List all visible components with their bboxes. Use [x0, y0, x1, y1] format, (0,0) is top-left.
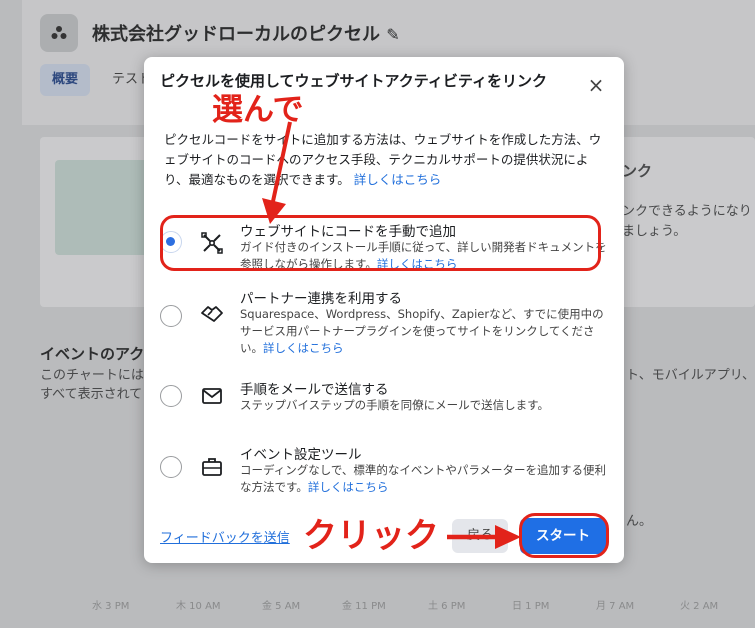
- learn-more-link[interactable]: 詳しくはこちら: [263, 341, 344, 355]
- annotation-highlight-option: [160, 215, 601, 271]
- radio-partner-integration[interactable]: [160, 305, 182, 327]
- option-title: パートナー連携を利用する: [240, 291, 402, 307]
- close-icon[interactable]: ×: [584, 73, 608, 97]
- annotation-click-label: クリック: [303, 516, 439, 556]
- feedback-link[interactable]: フィードバックを送信: [160, 527, 290, 546]
- option-event-setup-tool[interactable]: イベント設定ツール コーディングなしで、標準的なイベントやパラメーターを追加する…: [158, 442, 608, 498]
- option-description: Squarespace、Wordpress、Shopify、Zapierなど、す…: [240, 307, 604, 355]
- handshake-icon: [201, 306, 223, 322]
- annotation-highlight-start: [519, 513, 609, 558]
- annotation-arrow-down-icon: [262, 121, 292, 224]
- option-description: コーディングなしで、標準的なイベントやパラメーターを追加する便利な方法です。詳し…: [240, 463, 607, 494]
- annotation-arrow-right-icon: [447, 525, 521, 549]
- option-email-instructions[interactable]: 手順をメールで送信する ステップバイステップの手順を同僚にメールで送信します。: [158, 377, 608, 427]
- option-partner-integration[interactable]: パートナー連携を利用する Squarespace、Wordpress、Shopi…: [158, 287, 608, 357]
- radio-event-setup-tool[interactable]: [160, 456, 182, 478]
- radio-email-instructions[interactable]: [160, 385, 182, 407]
- mail-icon: [202, 388, 222, 404]
- dialog-description: ピクセルコードをサイトに追加する方法は、ウェブサイトを作成した方法、ウェブサイト…: [164, 130, 604, 190]
- briefcase-icon: [202, 458, 222, 476]
- option-description: ステップバイステップの手順を同僚にメールで送信します。: [240, 398, 550, 412]
- option-title: イベント設定ツール: [240, 447, 362, 463]
- learn-more-link[interactable]: 詳しくはこちら: [308, 480, 389, 494]
- option-title: 手順をメールで送信する: [240, 382, 389, 398]
- learn-more-link[interactable]: 詳しくはこちら: [354, 172, 442, 187]
- link-pixel-dialog: ピクセルを使用してウェブサイトアクティビティをリンク × ピクセルコードをサイト…: [144, 57, 624, 563]
